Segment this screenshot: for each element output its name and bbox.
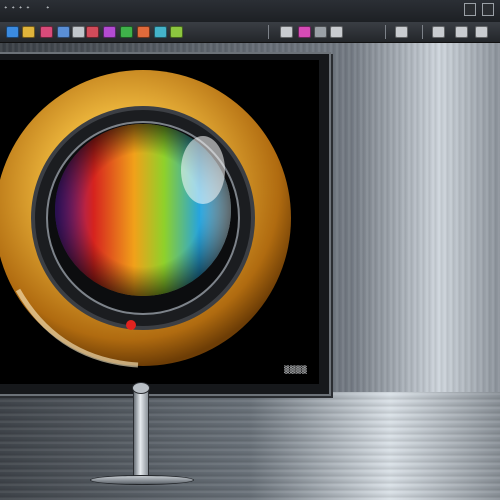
monitor-screen: ▒▒▒▒	[0, 60, 319, 384]
crop-icon[interactable]	[280, 26, 293, 38]
monitor-stand-pole	[133, 386, 149, 480]
leaf-icon[interactable]	[120, 26, 133, 38]
folder-icon[interactable]	[6, 26, 19, 38]
toolbar	[0, 22, 500, 43]
flag-icon[interactable]	[395, 26, 408, 38]
monitor-stand-base	[90, 475, 194, 485]
eye-icon[interactable]	[170, 26, 183, 38]
share-icon[interactable]	[475, 26, 488, 38]
layers-icon[interactable]	[57, 26, 70, 38]
frame-icon[interactable]	[86, 26, 99, 38]
window-titlebar: ᐩ ᐩ ᐩ ᐩ ᠎ᐩ	[0, 0, 500, 22]
color-wheel-icon[interactable]	[40, 26, 53, 38]
save-icon[interactable]	[432, 26, 445, 38]
toolbar-divider	[268, 25, 269, 39]
monitor-stand-knob	[132, 382, 150, 394]
palette-icon[interactable]	[103, 26, 116, 38]
brush-icon[interactable]	[137, 26, 150, 38]
menu-label[interactable]: ᠎ᐩ	[46, 5, 50, 15]
close-icon[interactable]	[482, 3, 494, 16]
desk-surface	[0, 392, 500, 500]
toolbar-divider	[422, 25, 423, 39]
export-icon[interactable]	[455, 26, 468, 38]
arrow-icon[interactable]	[330, 26, 343, 38]
toolbar-divider	[385, 25, 386, 39]
window-title: ᐩ ᐩ ᐩ ᐩ	[4, 5, 31, 15]
grid-icon[interactable]	[154, 26, 167, 38]
document-icon[interactable]	[72, 26, 85, 38]
red-indicator-dot	[126, 320, 136, 330]
monitor-brand: ▒▒▒▒	[284, 366, 307, 374]
lens-artwork	[0, 70, 291, 368]
window-icon[interactable]	[464, 3, 476, 16]
window-controls	[464, 3, 494, 16]
lens-highlight	[181, 136, 225, 204]
monitor-frame: ▒▒▒▒	[0, 52, 331, 396]
image-icon[interactable]	[22, 26, 35, 38]
settings-icon[interactable]	[314, 26, 327, 38]
brush-tool-icon[interactable]	[298, 26, 311, 38]
